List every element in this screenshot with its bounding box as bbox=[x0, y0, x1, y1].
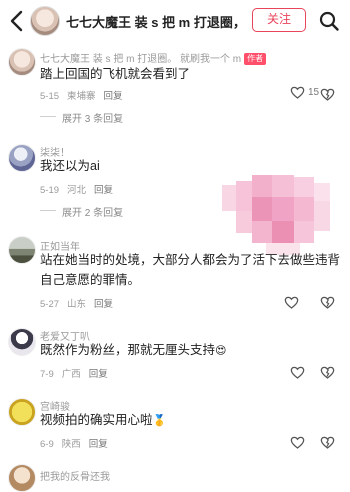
comment-item: 七七大魔王 装 s 把 m 打退圈。 就刷我一个 m 作者 踏上回国的飞机就会看到… bbox=[0, 44, 350, 125]
like-icon[interactable] bbox=[290, 436, 305, 449]
reply-button[interactable]: 回复 bbox=[94, 185, 113, 196]
heart-eyes-emoji-icon: 😍 bbox=[215, 345, 227, 357]
like-icon[interactable] bbox=[290, 366, 305, 379]
comment-location: 广西 bbox=[61, 369, 81, 380]
comment-meta: 6-9 陕西 回复 bbox=[40, 436, 116, 450]
commenter-avatar[interactable] bbox=[8, 48, 36, 76]
dislike-icon[interactable] bbox=[320, 436, 335, 449]
comment-item: 宫崎骏 视频拍的确实用心啦🥇 6-9 陕西 回复 bbox=[0, 396, 350, 456]
comment-item: 把我的反骨还我 bbox=[0, 460, 350, 492]
dislike-icon[interactable] bbox=[320, 296, 335, 309]
comment-text[interactable]: 既然作为粉丝，那就无厘头支持😍 bbox=[40, 340, 340, 361]
comment-text[interactable]: 我还以为ai bbox=[40, 156, 340, 176]
author-avatar[interactable] bbox=[30, 6, 60, 36]
like-button[interactable]: 15 bbox=[290, 86, 319, 99]
commenter-avatar[interactable] bbox=[8, 144, 36, 172]
back-arrow-icon[interactable] bbox=[6, 9, 28, 33]
reply-button[interactable]: 回复 bbox=[94, 299, 113, 310]
comment-location: 柬埔寨 bbox=[67, 91, 96, 102]
reply-button[interactable]: 回复 bbox=[104, 91, 123, 102]
reply-button[interactable]: 回复 bbox=[89, 439, 108, 450]
comment-location: 山东 bbox=[67, 299, 87, 310]
like-count: 15 bbox=[308, 87, 320, 98]
commenter-avatar[interactable] bbox=[8, 328, 36, 356]
commenter-name[interactable]: 七七大魔王 装 s 把 m 打退圈。 就刷我一个 m 作者 bbox=[40, 50, 267, 65]
comment-date: 6-9 bbox=[40, 439, 54, 450]
comment-date: 5-19 bbox=[40, 185, 60, 196]
heart-icon bbox=[290, 86, 305, 99]
comment-text[interactable]: 踏上回国的飞机就会看到了 bbox=[40, 64, 340, 84]
comment-date: 5-27 bbox=[40, 299, 60, 310]
reply-button[interactable]: 回复 bbox=[89, 369, 108, 380]
comment-text-content: 既然作为粉丝，那就无厘头支持 bbox=[40, 343, 216, 357]
comment-location: 陕西 bbox=[61, 439, 81, 450]
comment-item: 正如当年 站在她当时的处境，大部分人都会为了活下去做些违背自己意愿的罪情。 5-… bbox=[0, 234, 350, 318]
dislike-icon[interactable] bbox=[320, 88, 335, 101]
comment-meta: 5-27 山东 回复 bbox=[40, 296, 121, 310]
top-bar: 七七大魔王 装 s 把 m 打退圈，就… 关注 bbox=[0, 0, 350, 42]
comment-text[interactable]: 站在她当时的处境，大部分人都会为了活下去做些违背自己意愿的罪情。 bbox=[40, 250, 340, 290]
medal-emoji-icon: 🥇 bbox=[152, 415, 167, 427]
comment-meta: 5-19 河北 回复 bbox=[40, 182, 121, 196]
comment-location: 河北 bbox=[67, 185, 87, 196]
commenter-avatar[interactable] bbox=[8, 236, 36, 264]
expand-replies[interactable]: 展开 2 条回复 bbox=[39, 204, 123, 219]
comment-text[interactable]: 视频拍的确实用心啦🥇 bbox=[40, 410, 340, 431]
comment-meta: 5-15 柬埔寨 回复 bbox=[40, 88, 131, 102]
expand-replies[interactable]: 展开 3 条回复 bbox=[39, 110, 123, 125]
comment-text-content: 视频拍的确实用心啦 bbox=[40, 413, 153, 427]
commenter-avatar[interactable] bbox=[8, 464, 36, 492]
comment-date: 5-15 bbox=[40, 91, 60, 102]
follow-button[interactable]: 关注 bbox=[252, 8, 306, 32]
search-icon[interactable] bbox=[318, 10, 340, 32]
commenter-name[interactable]: 把我的反骨还我 bbox=[40, 468, 110, 483]
like-icon[interactable] bbox=[284, 296, 299, 309]
dislike-icon[interactable] bbox=[320, 366, 335, 379]
commenter-avatar[interactable] bbox=[8, 398, 36, 426]
comment-meta: 7-9 广西 回复 bbox=[40, 366, 116, 380]
comment-date: 7-9 bbox=[40, 369, 54, 380]
author-name[interactable]: 七七大魔王 装 s 把 m 打退圈，就… bbox=[66, 12, 244, 31]
comment-item: 老爱又丁叭 既然作为粉丝，那就无厘头支持😍 7-9 广西 回复 bbox=[0, 326, 350, 388]
